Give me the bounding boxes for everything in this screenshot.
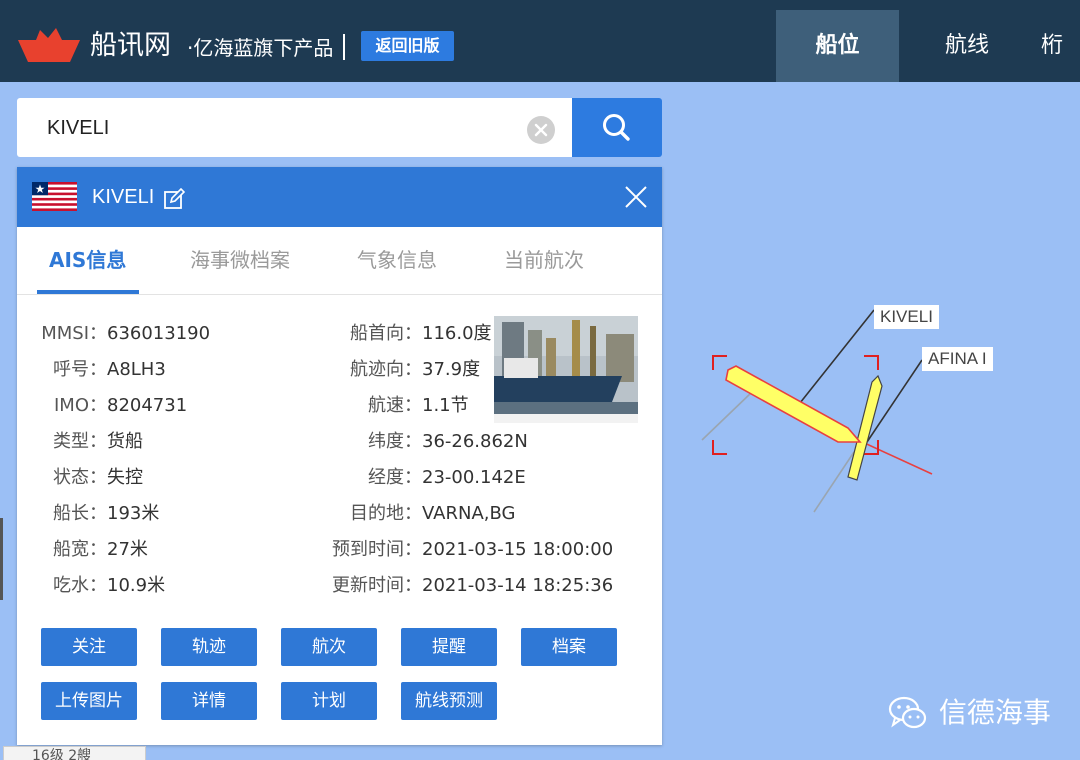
field-callsign: 呼号：A8LH3: [17, 357, 166, 383]
nav-more[interactable]: 桁: [1035, 10, 1080, 82]
upload-photo-button[interactable]: 上传图片: [41, 682, 137, 720]
field-label: 船宽：: [53, 539, 107, 560]
field-label: IMO：: [53, 395, 107, 416]
field-label: 经度：: [368, 467, 422, 488]
field-value: 27米: [107, 539, 148, 560]
edge-scroll-handle: [0, 518, 3, 600]
field-longitude: 经度：23-00.142E: [317, 465, 526, 491]
archive-button[interactable]: 档案: [521, 628, 617, 666]
panel-header: KIVELI: [17, 167, 662, 227]
field-heading: 船首向：116.0度: [317, 321, 492, 347]
ship-name: KIVELI: [92, 186, 155, 208]
field-value: 8204731: [107, 395, 188, 416]
wechat-icon: [888, 696, 927, 729]
field-value: 货船: [107, 431, 143, 452]
field-label: 目的地：: [350, 503, 422, 524]
field-label: 类型：: [53, 431, 107, 452]
info-tabs: AIS信息 海事微档案 气象信息 当前航次: [17, 227, 662, 295]
field-mmsi: MMSI：636013190: [17, 321, 210, 347]
brand-name[interactable]: 船讯网: [90, 26, 171, 66]
tab-current-voyage[interactable]: 当前航次: [504, 245, 584, 275]
field-value: A8LH3: [107, 359, 166, 380]
nav-ship-position[interactable]: 船位: [776, 10, 899, 82]
field-label: 状态：: [53, 467, 107, 488]
route-forecast-button[interactable]: 航线预测: [401, 682, 497, 720]
map-label-kiveli[interactable]: KIVELI: [874, 305, 939, 329]
field-latitude: 纬度：36-26.862N: [317, 429, 528, 455]
field-type: 类型：货船: [17, 429, 143, 455]
tab-weather[interactable]: 气象信息: [357, 245, 437, 275]
field-destination: 目的地：VARNA,BG: [317, 501, 515, 527]
ship-info-panel: KIVELI AIS信息 海事微档案 气象信息 当前航次 MMSI：636013…: [17, 167, 662, 745]
field-length: 船长：193米: [17, 501, 159, 527]
ship-map-overlay: [701, 305, 933, 513]
field-label: 更新时间：: [332, 575, 422, 596]
nav-route[interactable]: 航线: [899, 10, 1035, 82]
tab-ais-info[interactable]: AIS信息: [49, 245, 126, 275]
top-bar: 船讯网 ·亿海蓝旗下产品 返回旧版 船位 航线 桁: [0, 0, 1080, 82]
track-button[interactable]: 轨迹: [161, 628, 257, 666]
field-value: VARNA,BG: [422, 503, 516, 524]
reminder-button[interactable]: 提醒: [401, 628, 497, 666]
search-box: [17, 98, 572, 157]
close-icon[interactable]: [623, 184, 649, 210]
field-status: 状态：失控: [17, 465, 143, 491]
field-label: 船长：: [53, 503, 107, 524]
field-course: 航迹向：37.9度: [317, 357, 480, 383]
field-label: 吃水：: [53, 575, 107, 596]
kiveli-vessel-marker[interactable]: [725, 365, 862, 443]
wechat-watermark: 信德海事: [886, 690, 1051, 734]
divider: [343, 34, 345, 60]
search-button[interactable]: [572, 98, 662, 157]
tab-maritime-archive[interactable]: 海事微档案: [190, 245, 290, 275]
liberia-flag-icon: [32, 182, 77, 211]
voyage-button[interactable]: 航次: [281, 628, 377, 666]
field-beam: 船宽：27米: [17, 537, 148, 563]
brand-subtitle: ·亿海蓝旗下产品: [187, 36, 334, 60]
field-value: 10.9米: [107, 575, 166, 596]
search-input[interactable]: [47, 108, 507, 148]
search-icon: [603, 114, 630, 141]
watermark-text: 信德海事: [938, 696, 1051, 729]
details-button[interactable]: 详情: [161, 682, 257, 720]
clear-icon[interactable]: [526, 115, 556, 145]
map-label-afina[interactable]: AFINA I: [922, 347, 993, 371]
field-draught: 吃水：10.9米: [17, 573, 165, 599]
field-value: 636013190: [107, 323, 211, 344]
field-value: 23-00.142E: [422, 467, 526, 488]
edit-icon[interactable]: [163, 188, 185, 210]
follow-button[interactable]: 关注: [41, 628, 137, 666]
field-label: 预到时间：: [332, 539, 422, 560]
field-value: 2021-03-15 18:00:00: [422, 539, 614, 560]
field-label: MMSI：: [41, 323, 107, 344]
field-label: 呼号：: [53, 359, 107, 380]
old-version-button[interactable]: 返回旧版: [361, 31, 454, 61]
field-imo: IMO：8204731: [17, 393, 187, 419]
field-value: 失控: [107, 467, 143, 488]
field-value: 116.0度: [422, 323, 492, 344]
plan-button[interactable]: 计划: [281, 682, 377, 720]
zoom-status: 16级 2艘: [3, 746, 146, 760]
field-label: 航迹向：: [350, 359, 422, 380]
ship-photo[interactable]: [494, 316, 638, 423]
field-value: 2021-03-14 18:25:36: [422, 575, 614, 596]
field-label: 船首向：: [350, 323, 422, 344]
field-speed: 航速：1.1节: [317, 393, 469, 419]
active-tab-indicator: [37, 290, 139, 294]
ship-logo-icon[interactable]: [16, 26, 82, 64]
field-label: 航速：: [368, 395, 422, 416]
field-value: 193米: [107, 503, 160, 524]
field-value: 36-26.862N: [422, 431, 528, 452]
field-value: 37.9度: [422, 359, 481, 380]
field-updated: 更新时间：2021-03-14 18:25:36: [317, 573, 613, 599]
field-eta: 预到时间：2021-03-15 18:00:00: [317, 537, 613, 563]
field-value: 1.1节: [422, 395, 469, 416]
field-label: 纬度：: [368, 431, 422, 452]
